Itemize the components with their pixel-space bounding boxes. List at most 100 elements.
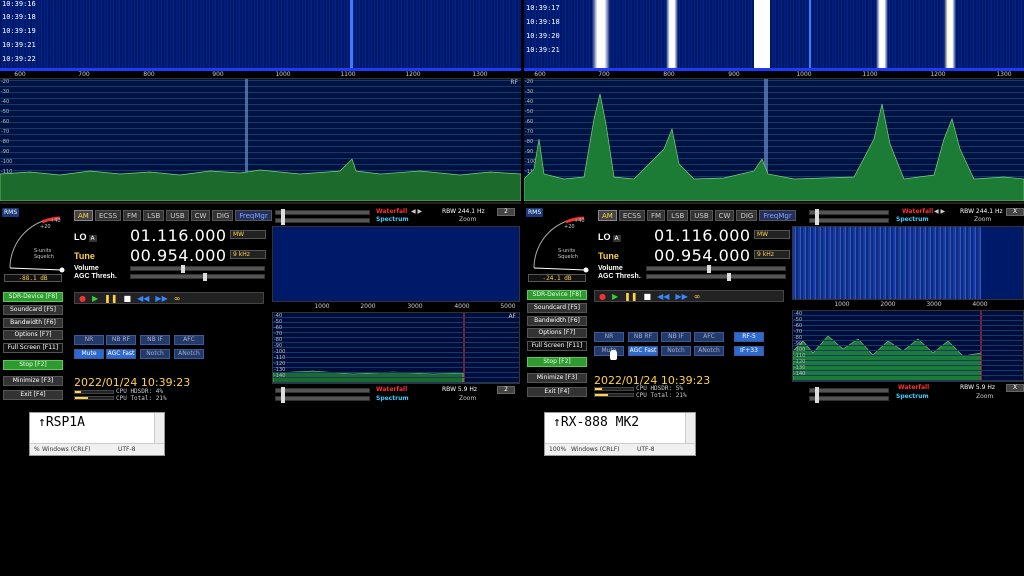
full-screen-button[interactable]: Full Screen [F11]: [527, 341, 587, 351]
volume-slider[interactable]: [130, 265, 265, 273]
minimize-button[interactable]: Minimize [F3]: [527, 373, 587, 383]
notch-button[interactable]: Notch: [661, 346, 691, 356]
bandwidth-button[interactable]: Bandwidth [F6]: [527, 316, 587, 326]
minimize-button[interactable]: Minimize [F3]: [3, 376, 63, 386]
stop-icon[interactable]: ■: [644, 292, 652, 301]
waterfall-display[interactable]: 10:39:17 10:39:18 10:39:20 10:39:21: [524, 0, 1024, 68]
volume-slider[interactable]: [646, 265, 786, 273]
zoom-arrows[interactable]: ◀ ▶: [411, 208, 422, 215]
mode-ecss-button[interactable]: ECSS: [618, 210, 646, 221]
waterfall-slider[interactable]: [275, 209, 370, 217]
notch-button[interactable]: Notch: [140, 349, 170, 359]
agc-fast-button[interactable]: AGC Fast: [106, 349, 136, 359]
anotch-button[interactable]: ANotch: [694, 346, 724, 356]
lo-a-button[interactable]: A: [612, 235, 621, 242]
slider-knob[interactable]: [281, 217, 285, 225]
nb-rf-button[interactable]: NB RF: [628, 332, 658, 342]
mode-am-button[interactable]: AM: [598, 210, 617, 221]
slider-knob[interactable]: [281, 387, 285, 395]
mode-cw-button[interactable]: CW: [190, 210, 211, 221]
stop-button[interactable]: Stop [F2]: [3, 360, 63, 370]
lo-frequency[interactable]: 01.116.000: [654, 226, 751, 245]
af-rbw-select[interactable]: X: [1006, 384, 1024, 392]
mode-fm-button[interactable]: FM: [123, 210, 142, 221]
mode-dig-button[interactable]: DIG: [212, 210, 234, 221]
nb-if-button[interactable]: NB IF: [661, 332, 691, 342]
af-spectrum-slider[interactable]: [275, 395, 370, 403]
mute-button[interactable]: Mute: [74, 349, 104, 359]
rbw-select[interactable]: X: [1006, 208, 1024, 216]
waterfall-slider[interactable]: [809, 209, 889, 217]
record-icon[interactable]: ●: [599, 292, 606, 301]
anotch-button[interactable]: ANotch: [174, 349, 204, 359]
mode-lsb-button[interactable]: LSB: [667, 210, 689, 221]
slider-knob[interactable]: [281, 209, 285, 217]
rf-gain-button[interactable]: RF-5: [734, 332, 764, 342]
freqmgr-button[interactable]: FreqMgr: [235, 210, 272, 221]
lo-band-select[interactable]: MW: [754, 230, 790, 239]
af-spectrum[interactable]: -40 -50 -60 -70 -80 -90 -100 -110 -120 -130 -140: [792, 310, 1024, 382]
af-spectrum-slider[interactable]: [809, 395, 889, 403]
zoom-arrows[interactable]: ◀ ▶: [934, 208, 945, 215]
spectrum-slider[interactable]: [809, 217, 889, 225]
agc-fast-button[interactable]: AGC Fast: [628, 346, 658, 356]
sdr-device-button[interactable]: SDR-Device [F8]: [527, 290, 587, 300]
nb-rf-button[interactable]: NB RF: [106, 335, 136, 345]
options-button[interactable]: Options [F7]: [3, 330, 63, 340]
tune-step-select[interactable]: 9 kHz: [754, 250, 790, 259]
slider-knob[interactable]: [281, 395, 285, 403]
rbw-select[interactable]: 2: [497, 208, 515, 216]
mode-am-button[interactable]: AM: [74, 210, 93, 221]
af-waterfall-slider[interactable]: [809, 387, 889, 395]
afc-button[interactable]: AFC: [694, 332, 724, 342]
pause-icon[interactable]: ❚❚: [104, 294, 117, 303]
exit-button[interactable]: Exit [F4]: [3, 390, 63, 400]
tune-frequency[interactable]: 00.954.000: [130, 246, 227, 265]
lo-a-button[interactable]: A: [88, 235, 97, 242]
scrollbar[interactable]: [154, 413, 164, 445]
rewind-icon[interactable]: ◀◀: [657, 292, 669, 301]
play-icon[interactable]: ▶: [612, 292, 618, 301]
af-waterfall[interactable]: [272, 226, 520, 302]
forward-icon[interactable]: ▶▶: [675, 292, 687, 301]
tune-frequency[interactable]: 00.954.000: [654, 246, 751, 265]
mode-usb-button[interactable]: USB: [166, 210, 189, 221]
spectrum-display[interactable]: RF -20-30-40-50-60-70-80-90-100-110-120: [0, 79, 521, 201]
if-gain-button[interactable]: IF+33: [734, 346, 764, 356]
freqmgr-button[interactable]: FreqMgr: [759, 210, 796, 221]
lo-frequency[interactable]: 01.116.000: [130, 226, 227, 245]
agc-thresh-slider[interactable]: [646, 273, 786, 281]
full-screen-button[interactable]: Full Screen [F11]: [3, 343, 63, 353]
bandwidth-button[interactable]: Bandwidth [F6]: [3, 318, 63, 328]
record-icon[interactable]: ●: [79, 294, 86, 303]
slider-knob[interactable]: [815, 395, 819, 403]
af-rbw-select[interactable]: 2: [497, 386, 515, 394]
tune-step-select[interactable]: 9 kHz: [230, 250, 266, 259]
mode-lsb-button[interactable]: LSB: [143, 210, 165, 221]
spectrum-slider[interactable]: [275, 217, 370, 225]
play-icon[interactable]: ▶: [92, 294, 98, 303]
soundcard-button[interactable]: Soundcard [F5]: [3, 305, 63, 315]
scrollbar[interactable]: [685, 413, 695, 445]
slider-knob[interactable]: [815, 209, 819, 217]
rewind-icon[interactable]: ◀◀: [137, 294, 149, 303]
agc-knob[interactable]: [203, 273, 207, 281]
sdr-device-button[interactable]: SDR-Device [F8]: [3, 292, 63, 302]
options-button[interactable]: Options [F7]: [527, 328, 587, 338]
soundcard-button[interactable]: Soundcard [F5]: [527, 303, 587, 313]
mode-usb-button[interactable]: USB: [690, 210, 713, 221]
slider-knob[interactable]: [815, 387, 819, 395]
loop-icon[interactable]: ∞: [174, 294, 181, 303]
mute-button[interactable]: Mute: [594, 346, 624, 356]
forward-icon[interactable]: ▶▶: [155, 294, 167, 303]
nb-if-button[interactable]: NB IF: [140, 335, 170, 345]
mode-ecss-button[interactable]: ECSS: [94, 210, 122, 221]
mode-cw-button[interactable]: CW: [714, 210, 735, 221]
waterfall-display[interactable]: 10:39:16 10:39:18 10:39:19 10:39:21 10:3…: [0, 0, 521, 68]
stop-button[interactable]: Stop [F2]: [527, 357, 587, 367]
af-waterfall-slider[interactable]: [275, 387, 370, 395]
pause-icon[interactable]: ❚❚: [624, 292, 637, 301]
exit-button[interactable]: Exit [F4]: [527, 387, 587, 397]
afc-button[interactable]: AFC: [174, 335, 204, 345]
agc-thresh-slider[interactable]: [130, 273, 265, 281]
